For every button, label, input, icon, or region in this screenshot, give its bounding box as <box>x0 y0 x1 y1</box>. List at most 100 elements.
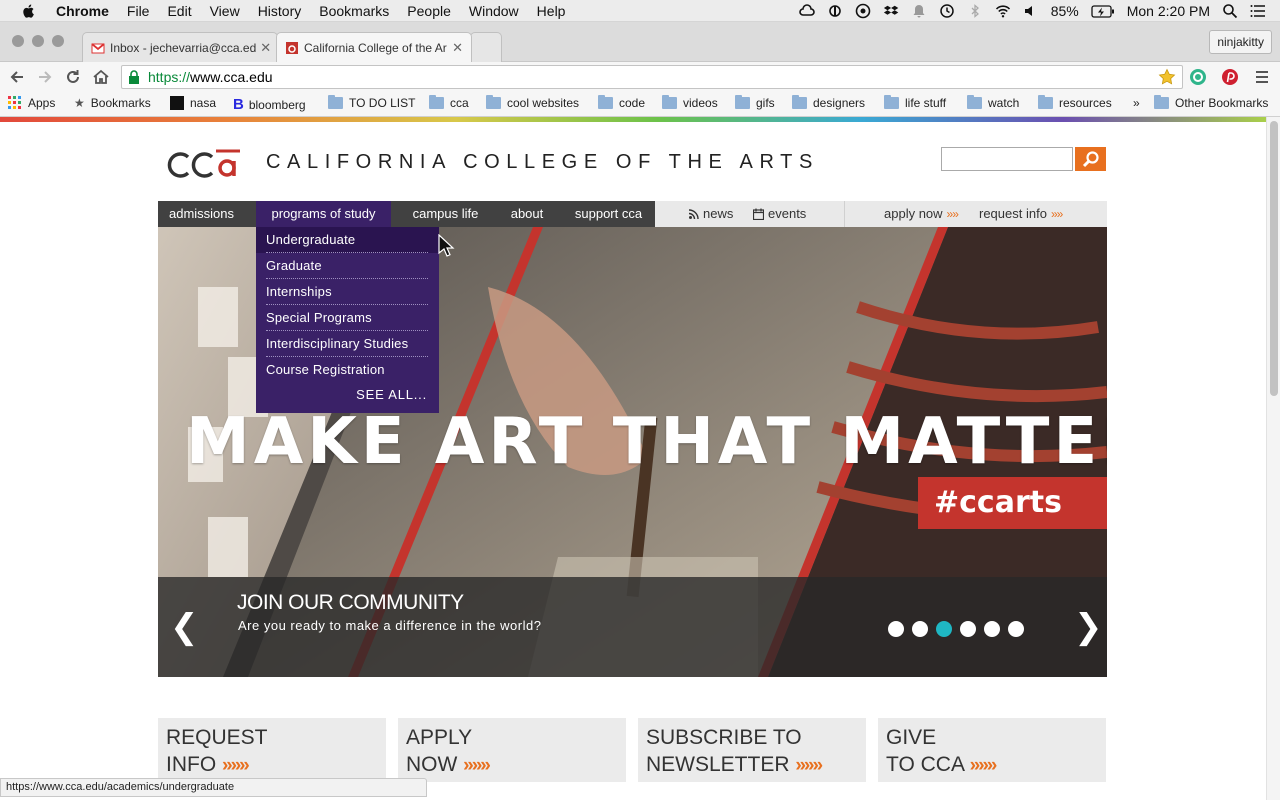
bookmark-folder-cool-websites[interactable]: cool websites <box>486 95 579 110</box>
nav-programs-of-study[interactable]: programs of study <box>256 201 391 227</box>
bookmark-label: gifs <box>756 96 775 110</box>
menu-bookmarks[interactable]: Bookmarks <box>319 3 389 19</box>
chrome-menu-icon[interactable] <box>1253 68 1271 86</box>
bookmark-apps[interactable]: Apps <box>8 96 55 110</box>
bookmark-folder-life-stuff[interactable]: life stuff <box>884 95 946 110</box>
tab-gmail[interactable]: Inbox - jechevarria@cca.ed ✕ <box>82 32 278 62</box>
tab-close-icon[interactable]: ✕ <box>256 40 271 56</box>
bluetooth-icon[interactable] <box>967 3 983 19</box>
tab-cca[interactable]: California College of the Ar ✕ <box>276 32 472 62</box>
bookmark-folder-resources[interactable]: resources <box>1038 95 1112 110</box>
browser-toolbar: https:// www.cca.edu <box>0 62 1280 92</box>
tab-close-icon[interactable]: ✕ <box>448 40 463 56</box>
spotlight-search-icon[interactable] <box>1222 3 1238 19</box>
nav-events[interactable]: events <box>753 201 806 227</box>
battery-charging-icon[interactable] <box>1091 4 1115 18</box>
bookmark-nasa[interactable]: nasa <box>170 96 216 110</box>
bookmark-label: designers <box>813 96 866 110</box>
carousel-dot-1[interactable] <box>888 621 904 637</box>
bookmark-folder-videos[interactable]: videos <box>662 95 718 110</box>
nav-news[interactable]: news <box>689 201 733 227</box>
wifi-icon[interactable] <box>995 3 1011 19</box>
forward-arrow-icon[interactable] <box>36 68 54 86</box>
bookmark-folder-cca[interactable]: cca <box>429 95 469 110</box>
dropdown-item-interdisciplinary[interactable]: Interdisciplinary Studies <box>266 331 428 357</box>
nav-apply-now[interactable]: apply now »» <box>884 201 959 227</box>
mac-menubar: Chrome File Edit View History Bookmarks … <box>0 0 1280 22</box>
carousel-dot-3[interactable] <box>936 621 952 637</box>
address-bar[interactable]: https:// www.cca.edu <box>121 65 1183 89</box>
menu-app-name[interactable]: Chrome <box>56 3 109 19</box>
notification-bell-icon[interactable] <box>911 3 927 19</box>
carousel-dot-5[interactable] <box>984 621 1000 637</box>
bookmark-label: Bookmarks <box>90 96 151 110</box>
dropdown-item-course-registration[interactable]: Course Registration <box>266 357 428 383</box>
menu-edit[interactable]: Edit <box>167 3 191 19</box>
site-search-button[interactable] <box>1075 147 1106 171</box>
battery-percent[interactable]: 85% <box>1051 3 1079 19</box>
bookmark-folder-code[interactable]: code <box>598 95 645 110</box>
carousel-prev-arrow-icon[interactable]: ❮ <box>170 607 199 647</box>
time-machine-icon[interactable] <box>939 3 955 19</box>
dropdown-item-graduate[interactable]: Graduate <box>266 253 428 279</box>
bookmark-folder-gifs[interactable]: gifs <box>735 95 775 110</box>
app-circle-icon[interactable] <box>855 3 871 19</box>
bookmark-label: nasa <box>190 96 217 110</box>
caption-title[interactable]: JOIN OUR COMMUNITY <box>237 591 464 615</box>
dropdown-item-special-programs[interactable]: Special Programs <box>266 305 428 331</box>
menu-window[interactable]: Window <box>469 3 519 19</box>
grammarly-extension-icon[interactable] <box>1189 68 1207 86</box>
back-arrow-icon[interactable] <box>8 68 26 86</box>
bookmark-folder-designers[interactable]: designers <box>792 95 866 110</box>
carousel-dot-4[interactable] <box>960 621 976 637</box>
nav-campus-life[interactable]: campus life <box>398 201 493 227</box>
nav-support-cca[interactable]: support cca <box>562 201 655 227</box>
menu-clock[interactable]: Mon 2:20 PM <box>1127 3 1210 19</box>
bookmark-star-icon[interactable] <box>1158 68 1176 86</box>
cta-request-info[interactable]: REQUEST INFO »»» <box>158 718 386 782</box>
new-tab-button[interactable] <box>470 32 502 62</box>
reload-icon[interactable] <box>64 68 82 86</box>
menu-file[interactable]: File <box>127 3 150 19</box>
page-scrollbar[interactable] <box>1266 117 1280 800</box>
site-title[interactable]: CALIFORNIA COLLEGE OF THE ARTS <box>266 151 819 174</box>
dropdown-item-undergraduate[interactable]: Undergraduate <box>266 227 428 253</box>
menu-history[interactable]: History <box>258 3 302 19</box>
volume-icon[interactable] <box>1023 3 1039 19</box>
menu-people[interactable]: People <box>407 3 451 19</box>
cta-apply-now[interactable]: APPLY NOW »»» <box>398 718 626 782</box>
cca-logo[interactable] <box>166 149 242 179</box>
nav-request-info[interactable]: request info »» <box>979 201 1063 227</box>
bookmark-folder-todo[interactable]: TO DO LIST <box>328 95 415 110</box>
dropdown-item-internships[interactable]: Internships <box>266 279 428 305</box>
cta-line2: TO CCA <box>886 753 964 776</box>
bookmark-folder-other[interactable]: Other Bookmarks <box>1154 95 1268 110</box>
dropdown-see-all-link[interactable]: SEE ALL... <box>356 387 427 402</box>
sync-icon[interactable] <box>827 3 843 19</box>
creative-cloud-icon[interactable] <box>798 3 815 19</box>
home-icon[interactable] <box>92 68 110 86</box>
menu-view[interactable]: View <box>210 3 240 19</box>
window-close-button[interactable] <box>12 35 24 47</box>
bookmark-folder-watch[interactable]: watch <box>967 95 1019 110</box>
notification-center-icon[interactable] <box>1250 3 1266 19</box>
carousel-dot-2[interactable] <box>912 621 928 637</box>
window-minimize-button[interactable] <box>32 35 44 47</box>
dropbox-icon[interactable] <box>883 3 899 19</box>
bookmark-bloomberg[interactable]: B bloomberg <box>233 96 306 113</box>
nav-about[interactable]: about <box>501 201 553 227</box>
carousel-next-arrow-icon[interactable]: ❯ <box>1074 607 1103 647</box>
apple-icon[interactable] <box>20 3 38 19</box>
nav-admissions[interactable]: admissions <box>158 201 245 227</box>
menu-help[interactable]: Help <box>537 3 566 19</box>
site-search-input[interactable] <box>941 147 1073 171</box>
profile-button[interactable]: ninjakitty <box>1209 30 1272 54</box>
scrollbar-thumb[interactable] <box>1270 121 1278 396</box>
pinterest-extension-icon[interactable] <box>1221 68 1239 86</box>
cta-give-to-cca[interactable]: GIVE TO CCA »»» <box>878 718 1106 782</box>
cta-subscribe-newsletter[interactable]: SUBSCRIBE TO NEWSLETTER »»» <box>638 718 866 782</box>
window-zoom-button[interactable] <box>52 35 64 47</box>
bookmark-bookmarks[interactable]: ★ Bookmarks <box>74 96 151 110</box>
bookmarks-overflow-chevron[interactable]: » <box>1133 96 1140 110</box>
carousel-dot-6[interactable] <box>1008 621 1024 637</box>
